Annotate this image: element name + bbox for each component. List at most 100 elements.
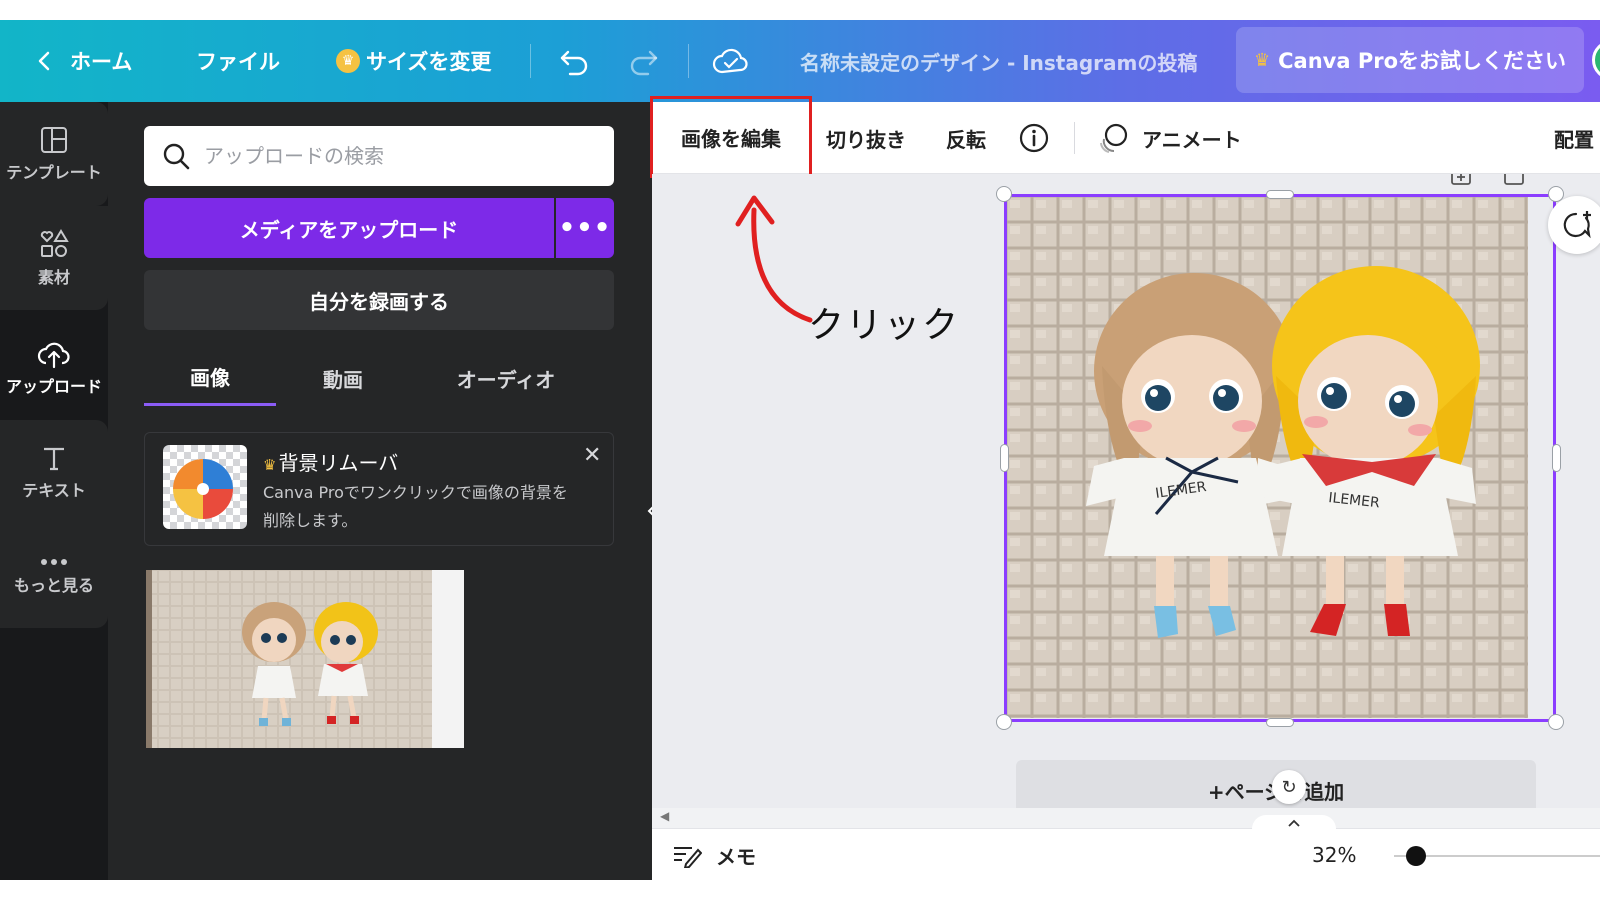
chevron-left-icon (38, 51, 50, 71)
search-box[interactable] (144, 126, 614, 186)
edit-image-button[interactable]: 画像を編集 (650, 96, 812, 178)
resize-handle[interactable] (1552, 444, 1561, 472)
avatar[interactable] (1592, 40, 1600, 80)
file-menu[interactable]: ファイル (196, 20, 280, 102)
flip-label: 反転 (946, 127, 986, 152)
rail-item-uploads[interactable]: アップロード (0, 316, 108, 420)
position-button[interactable]: 配置 (1554, 102, 1594, 174)
more-dots-icon: ••• (558, 213, 612, 243)
divider (530, 44, 531, 78)
divider (688, 44, 689, 78)
resize-handle[interactable] (996, 714, 1012, 730)
side-rail: テンプレート 素材 アップロード テキスト もっと見る (0, 102, 108, 880)
rail-label: 素材 (37, 268, 70, 287)
design-title-text: 名称未設定のデザイン - Instagramの投稿 (800, 50, 1198, 75)
rail-label: テンプレート (6, 163, 102, 182)
upload-more-button[interactable]: ••• (556, 198, 614, 258)
home-button[interactable]: ホーム (34, 20, 132, 102)
tab-label: 画像 (190, 366, 230, 390)
horizontal-scrollbar[interactable]: ◀ (652, 808, 1600, 828)
undo-button[interactable] (558, 20, 592, 102)
add-page-icon[interactable] (1502, 174, 1526, 188)
close-icon[interactable]: ✕ (583, 443, 601, 468)
annotation-arrow (735, 195, 813, 323)
rail-label: アップロード (5, 377, 102, 396)
selection-box (1004, 194, 1556, 722)
flip-button[interactable]: 反転 (946, 102, 986, 174)
rail-label: テキスト (22, 481, 86, 500)
bottom-bar: メモ 32% (652, 815, 1600, 880)
annotation-label: クリック (808, 305, 961, 346)
info-icon (1019, 123, 1049, 153)
crop-label: 切り抜き (826, 127, 906, 152)
upload-cloud-icon (37, 342, 70, 369)
upload-label: メディアをアップロード (239, 217, 459, 242)
crown-icon: ♛ (1253, 49, 1271, 71)
record-yourself-button[interactable]: 自分を録画する (144, 270, 614, 330)
record-label: 自分を録画する (309, 289, 449, 314)
upload-media-button[interactable]: メディアをアップロード (144, 198, 554, 258)
design-title[interactable]: 名称未設定のデザイン - Instagramの投稿 (800, 20, 1197, 102)
uploaded-image-thumbnail[interactable] (146, 570, 464, 748)
bg-remover-title: ♛ 背景リムーバ (263, 447, 398, 476)
crown-icon: ♛ (263, 456, 277, 474)
refresh-icon[interactable]: ↻ (1272, 770, 1306, 804)
text-icon (44, 447, 64, 471)
resize-handle[interactable] (1266, 718, 1294, 727)
template-icon (41, 127, 67, 153)
chevron-up-icon (1288, 819, 1300, 827)
app-window: ホーム ファイル ♛ サイズを変更 名称未設定のデザイン - Instagram… (0, 20, 1600, 880)
animate-icon (1100, 123, 1128, 153)
animate-button[interactable]: アニメート (1096, 102, 1242, 174)
zoom-level[interactable]: 32% (1312, 829, 1356, 880)
notes-label: メモ (716, 844, 756, 869)
rail-item-templates[interactable]: テンプレート (0, 102, 108, 206)
comment-add-icon[interactable] (1548, 196, 1600, 254)
tab-images[interactable]: 画像 (144, 350, 276, 406)
tab-label: オーディオ (456, 367, 556, 392)
notes-button[interactable]: メモ (672, 829, 756, 880)
position-label: 配置 (1554, 127, 1594, 152)
home-label: ホーム (70, 50, 133, 74)
divider (1074, 122, 1075, 154)
duplicate-page-icon[interactable] (1448, 174, 1476, 188)
redo-icon (630, 50, 658, 76)
rail-item-text[interactable]: テキスト (0, 420, 108, 524)
edit-image-label: 画像を編集 (681, 126, 781, 151)
resize-button[interactable]: ♛ サイズを変更 (336, 20, 491, 102)
tab-audio[interactable]: オーディオ (418, 350, 594, 406)
resize-handle[interactable] (1548, 714, 1564, 730)
bg-remover-description: Canva Proでワンクリックで画像の背景を削除します。 (263, 483, 568, 530)
bg-remover-title-text: 背景リムーバ (278, 451, 399, 475)
resize-handle[interactable] (996, 186, 1012, 202)
tab-videos[interactable]: 動画 (278, 350, 408, 406)
search-input[interactable] (204, 144, 584, 168)
background-remover-promo[interactable]: ♛ 背景リムーバ Canva Proでワンクリックで画像の背景を削除します。 ✕ (144, 432, 614, 546)
cloud-check-icon (712, 48, 748, 74)
elements-icon (40, 229, 69, 257)
beach-ball-image (163, 445, 247, 529)
resize-handle[interactable] (1000, 444, 1009, 472)
zoom-slider-thumb[interactable] (1406, 846, 1426, 866)
notes-icon (674, 847, 702, 868)
pro-label: Canva Proをお試しください (1278, 49, 1567, 73)
info-button[interactable] (1018, 102, 1050, 174)
animate-label: アニメート (1142, 127, 1242, 152)
resize-label: サイズを変更 (366, 50, 492, 74)
rail-item-elements[interactable]: 素材 (0, 206, 108, 310)
undo-icon (560, 50, 588, 76)
top-bar: ホーム ファイル ♛ サイズを変更 名称未設定のデザイン - Instagram… (0, 20, 1600, 102)
resize-handle[interactable] (1266, 190, 1294, 199)
try-pro-button[interactable]: ♛ Canva Proをお試しください (1236, 27, 1584, 93)
scroll-left-icon[interactable]: ◀ (660, 809, 669, 823)
uploads-panel: メディアをアップロード ••• 自分を録画する 画像 動画 オーディオ (108, 102, 652, 880)
search-icon (163, 143, 190, 170)
edit-toolbar: 画像を編集 切り抜き 反転 アニメート 配置 (650, 96, 1600, 178)
save-status-button[interactable] (712, 20, 750, 102)
crown-icon: ♛ (336, 49, 360, 73)
file-label: ファイル (196, 50, 280, 74)
more-icon (41, 559, 67, 565)
rail-item-more[interactable]: もっと見る (0, 524, 108, 628)
crop-button[interactable]: 切り抜き (826, 102, 906, 174)
redo-button[interactable] (626, 20, 660, 102)
